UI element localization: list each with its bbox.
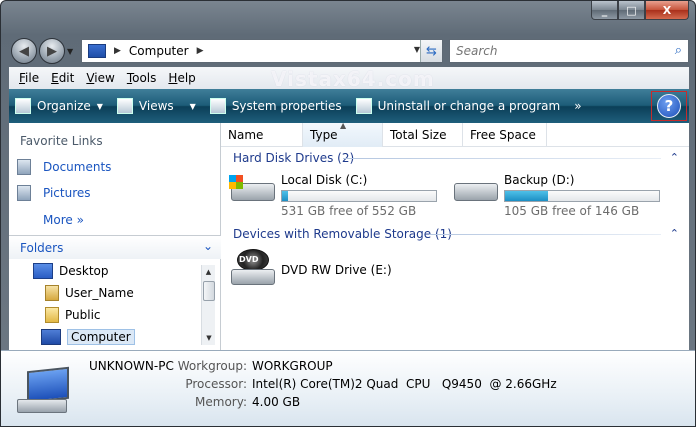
- uninstall-program-button[interactable]: Uninstall or change a program: [355, 98, 560, 114]
- workgroup-label: Workgroup:: [177, 359, 247, 373]
- menu-view[interactable]: View: [80, 71, 120, 85]
- menu-tools[interactable]: Tools: [121, 71, 163, 85]
- favorite-links-title: Favorite Links: [20, 134, 103, 148]
- column-free-space[interactable]: Free Space: [463, 123, 547, 147]
- help-icon: ?: [657, 94, 681, 118]
- menu-edit[interactable]: Edit: [45, 71, 80, 85]
- navigation-pane: Favorite Links Documents Pictures More »…: [9, 123, 221, 350]
- drive-name: DVD RW Drive (E:): [281, 263, 392, 277]
- search-icon[interactable]: ⌕: [675, 43, 682, 58]
- windows-logo-icon: [229, 175, 243, 189]
- explorer-window: _ □ X ◀ ▶ ▼ ▶ Computer ▶ ▼ ⇆ ⌕ File Edit…: [0, 0, 696, 427]
- views-icon: [116, 98, 133, 114]
- pictures-icon: [17, 185, 31, 201]
- watermark: Vistax64.com: [271, 67, 435, 91]
- column-type[interactable]: ▲ Type: [303, 121, 383, 147]
- system-properties-icon: [209, 98, 226, 114]
- drive-name: Backup (D:): [504, 173, 575, 187]
- navigation-row: ◀ ▶ ▼ ▶ Computer ▶ ▼ ⇆ ⌕: [1, 31, 695, 67]
- content-pane: Name ▲ Type Total Size Free Space Hard Di…: [221, 121, 689, 350]
- free-space-text: 105 GB free of 146 GB: [504, 204, 640, 218]
- group-divider: [343, 158, 661, 159]
- programs-icon: [355, 98, 372, 114]
- computer-icon: [41, 329, 61, 345]
- chevron-down-icon: ▼: [96, 101, 103, 111]
- memory-value: 4.00 GB: [252, 395, 301, 409]
- search-box[interactable]: ⌕: [449, 39, 689, 63]
- forward-arrow-icon: ▶: [47, 43, 57, 59]
- favorite-link-documents[interactable]: Documents: [17, 159, 111, 175]
- organize-icon: [15, 98, 31, 114]
- tree-item-desktop[interactable]: Desktop: [33, 263, 109, 279]
- menu-file[interactable]: File: [13, 71, 45, 85]
- usage-bar: [281, 190, 437, 202]
- tree-item-user-name[interactable]: User_Name: [45, 285, 134, 301]
- documents-icon: [17, 159, 31, 175]
- collapse-group-icon[interactable]: ⌃: [670, 151, 679, 164]
- breadcrumb-chevron-icon[interactable]: ▶: [197, 46, 204, 56]
- caption-buttons: _ □ X: [591, 1, 689, 21]
- group-divider: [429, 234, 661, 235]
- free-space-text: 531 GB free of 552 GB: [281, 204, 417, 218]
- back-button[interactable]: ◀: [11, 38, 37, 64]
- menu-help[interactable]: Help: [162, 71, 201, 85]
- chevron-down-icon: ▼: [189, 101, 196, 111]
- more-links-button[interactable]: More »: [43, 213, 84, 227]
- drive-name: Local Disk (C:): [281, 173, 368, 187]
- workgroup-value: WORKGROUP: [252, 359, 333, 373]
- scroll-up-icon[interactable]: ▲: [202, 265, 215, 279]
- folders-scrollbar[interactable]: ▲ ▼: [201, 265, 215, 345]
- address-bar[interactable]: ▶ Computer ▶ ▼ ⇆: [81, 39, 443, 63]
- refresh-icon: ⇆: [426, 43, 437, 59]
- search-input[interactable]: [456, 44, 656, 58]
- breadcrumb-chevron-icon[interactable]: ▶: [114, 46, 121, 56]
- column-total-size[interactable]: Total Size: [383, 123, 463, 147]
- desktop-icon: [33, 263, 53, 279]
- hard-drive-icon: [452, 173, 498, 205]
- system-properties-button[interactable]: System properties: [209, 98, 342, 114]
- recent-pages-dropdown[interactable]: ▼: [67, 47, 73, 56]
- group-removable-storage[interactable]: Devices with Removable Storage (1): [233, 227, 452, 241]
- processor-label: Processor:: [185, 377, 247, 391]
- collapse-group-icon[interactable]: ⌃: [670, 227, 679, 240]
- folders-header[interactable]: Folders ⌄: [9, 235, 221, 259]
- maximize-button[interactable]: □: [618, 1, 645, 20]
- refresh-button[interactable]: ⇆: [420, 40, 442, 62]
- organize-button[interactable]: Organize ▼: [15, 98, 103, 114]
- sort-ascending-icon: ▲: [340, 121, 347, 130]
- public-folder-icon: [45, 307, 59, 323]
- forward-button[interactable]: ▶: [39, 38, 65, 64]
- drive-d[interactable]: Backup (D:) 105 GB free of 146 GB: [452, 173, 660, 218]
- drive-e-dvd[interactable]: DVD DVD RW Drive (E:): [229, 249, 392, 289]
- close-button[interactable]: X: [645, 1, 689, 20]
- computer-icon: [88, 44, 106, 58]
- chevron-down-icon: ⌄: [202, 239, 213, 253]
- column-header: Name ▲ Type Total Size Free Space: [221, 121, 689, 147]
- user-folder-icon: [45, 285, 59, 301]
- back-arrow-icon: ◀: [19, 43, 29, 59]
- tree-item-public[interactable]: Public: [45, 307, 101, 323]
- breadcrumb-computer[interactable]: Computer: [129, 44, 189, 58]
- group-hard-disk-drives[interactable]: Hard Disk Drives (2): [233, 151, 354, 165]
- processor-value: Intel(R) Core(TM)2 Quad CPU Q9450 @ 2.66…: [252, 377, 557, 391]
- memory-label: Memory:: [195, 395, 247, 409]
- favorite-link-pictures[interactable]: Pictures: [17, 185, 91, 201]
- command-bar: Organize ▼ Views ▼ System properties Uni…: [9, 89, 689, 123]
- scroll-down-icon[interactable]: ▼: [202, 331, 216, 345]
- details-pane: UNKNOWN-PC Workgroup: WORKGROUP Processo…: [1, 350, 695, 426]
- computer-icon: [13, 365, 73, 417]
- minimize-button[interactable]: _: [591, 1, 618, 20]
- usage-bar: [504, 190, 660, 202]
- column-name[interactable]: Name: [221, 123, 303, 147]
- help-button[interactable]: ?: [651, 91, 687, 121]
- dvd-drive-icon: DVD: [229, 249, 275, 289]
- hard-drive-icon: [229, 173, 275, 205]
- more-commands-button[interactable]: »: [574, 99, 581, 113]
- tree-item-computer[interactable]: Computer: [41, 329, 135, 345]
- drive-c[interactable]: Local Disk (C:) 531 GB free of 552 GB: [229, 173, 437, 218]
- scroll-thumb[interactable]: [203, 281, 215, 301]
- views-button[interactable]: Views ▼: [116, 98, 196, 114]
